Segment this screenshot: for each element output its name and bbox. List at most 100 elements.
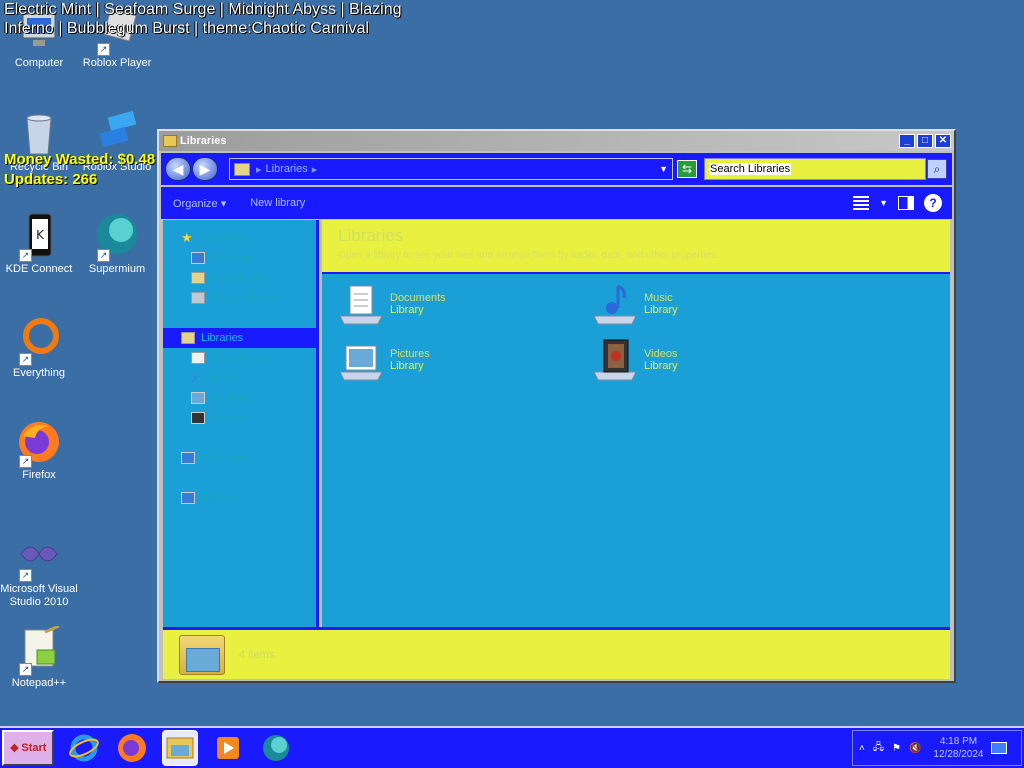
desktop-icon-supermium[interactable]: ↗ Supermium: [78, 212, 156, 276]
minimize-button[interactable]: _: [899, 134, 915, 148]
taskbar-supermium[interactable]: [258, 730, 294, 766]
navigation-pane: ★ Favorites Desktop Downloads Recent Plac…: [163, 220, 319, 628]
nav-recent-places[interactable]: Recent Places: [163, 288, 316, 308]
desktop-icon-everything[interactable]: ↗ Everything: [0, 316, 78, 380]
taskbar-media-player[interactable]: [210, 730, 246, 766]
breadcrumb-chevron-icon[interactable]: ▸: [256, 163, 262, 176]
music-library-icon: [592, 282, 638, 326]
desktop-icon-visual-studio[interactable]: ↗ Microsoft Visual Studio 2010: [0, 532, 78, 609]
nav-desktop[interactable]: Desktop: [163, 248, 316, 268]
forward-button[interactable]: ▶: [192, 157, 218, 181]
svg-text:K: K: [36, 228, 45, 242]
view-options-dropdown-icon[interactable]: ▼: [879, 198, 888, 208]
taskbar-internet-explorer[interactable]: [66, 730, 102, 766]
nav-downloads[interactable]: Downloads: [163, 268, 316, 288]
start-button[interactable]: ❖ Start: [2, 730, 54, 766]
details-pane: 4 items: [163, 627, 950, 679]
taskbar-file-explorer[interactable]: [162, 730, 198, 766]
desktop-icon-notepad-plus-plus[interactable]: ↗ Notepad++: [0, 624, 78, 690]
nav-computer[interactable]: Computer: [163, 448, 316, 468]
search-input[interactable]: Search Libraries: [704, 158, 926, 180]
nav-favorites[interactable]: ★ Favorites: [163, 228, 316, 248]
show-hidden-icons-icon[interactable]: ˄: [859, 743, 865, 754]
pictures-icon: [191, 392, 205, 404]
breadcrumb-chevron-icon[interactable]: ▸: [312, 163, 318, 176]
nav-pictures[interactable]: Pictures: [163, 388, 316, 408]
stats-overlay: Money Wasted: $0.48 Updates: 266: [4, 150, 155, 190]
nav-libraries[interactable]: Libraries: [163, 328, 316, 348]
taskbar: ❖ Start ˄ 🖧 ⚑ 🔇 4:18 PM 12/28/2024: [0, 726, 1024, 768]
clock[interactable]: 4:18 PM 12/28/2024: [933, 735, 983, 761]
firefox-icon: [118, 734, 146, 762]
desktop-icon: [191, 252, 205, 264]
search-icon[interactable]: ⌕: [927, 159, 947, 179]
library-folder-icon: [234, 162, 250, 176]
system-tray: ˄ 🖧 ⚑ 🔇 4:18 PM 12/28/2024: [852, 730, 1022, 766]
search-placeholder: Search Libraries: [709, 163, 792, 175]
firefox-icon: ↗: [15, 418, 63, 468]
refresh-button[interactable]: ⇆: [677, 160, 697, 178]
volume-muted-icon[interactable]: 🔇: [909, 743, 921, 754]
pictures-library-icon: [338, 338, 384, 382]
show-desktop-icon[interactable]: [991, 742, 1008, 754]
media-player-icon: [217, 737, 239, 759]
nav-music[interactable]: ♪ Music: [163, 368, 316, 388]
libraries-banner: Libraries Open a library to see your fil…: [322, 220, 950, 274]
money-wasted-text: Money Wasted: $0.48: [4, 151, 156, 168]
visual-studio-icon: ↗: [15, 532, 63, 582]
windows-logo-icon: ❖: [9, 742, 20, 755]
taskbar-firefox[interactable]: [114, 730, 150, 766]
new-library-button[interactable]: New library: [250, 197, 305, 209]
star-icon: ★: [181, 230, 193, 245]
libraries-folder-icon: [163, 135, 177, 147]
banner-title: Libraries: [338, 226, 404, 245]
theme-overlay-text: Electric Mint | Seafoam Surge | Midnight…: [4, 1, 402, 37]
back-button[interactable]: ◀: [165, 157, 191, 181]
updates-count-text: Updates: 266: [4, 171, 98, 188]
nav-documents[interactable]: Documents: [163, 348, 316, 368]
everything-icon: ↗: [15, 316, 63, 366]
close-button[interactable]: ✕: [935, 134, 951, 148]
supermium-icon: ↗: [93, 212, 141, 262]
address-dropdown-icon[interactable]: ▼: [659, 164, 668, 174]
desktop-icon-kde-connect[interactable]: K ↗ KDE Connect: [0, 212, 78, 276]
desktop-icon-firefox[interactable]: ↗ Firefox: [0, 418, 78, 482]
libraries-icon: [181, 332, 195, 344]
action-center-flag-icon[interactable]: ⚑: [892, 743, 901, 754]
address-bar: ◀ ▶ ▸ Libraries ▸ ▼ ⇆ Search Libraries ⌕: [161, 153, 952, 185]
change-view-icon[interactable]: [853, 196, 870, 210]
window-title: Libraries: [180, 135, 227, 147]
banner-subtitle: Open a library to see your files and arr…: [338, 250, 719, 261]
content-pane: Libraries Open a library to see your fil…: [322, 220, 950, 628]
library-item-music[interactable]: Music Library: [592, 282, 678, 326]
network-icon[interactable]: 🖧: [873, 740, 884, 757]
libraries-window[interactable]: Libraries _ □ ✕ ◀ ▶ ▸ Libraries ▸ ▼ ⇆ Se…: [157, 129, 956, 683]
downloads-icon: [191, 272, 205, 284]
videos-library-icon: [592, 338, 638, 382]
library-item-documents[interactable]: Documents Library: [338, 282, 446, 326]
library-item-videos[interactable]: Videos Library: [592, 338, 678, 382]
videos-icon: [191, 412, 205, 424]
documents-library-icon: [338, 282, 384, 326]
command-bar: Organize ▾ New library ▼ ?: [161, 187, 952, 219]
address-field[interactable]: ▸ Libraries ▸ ▼: [229, 158, 673, 180]
documents-icon: [191, 352, 205, 364]
libraries-folder-icon: [179, 634, 225, 675]
network-icon: [181, 492, 195, 504]
organize-menu-button[interactable]: Organize ▾: [173, 197, 226, 210]
nav-videos[interactable]: Videos: [163, 408, 316, 428]
item-count: 4 items: [239, 648, 275, 661]
internet-explorer-icon: [69, 734, 99, 762]
library-item-pictures[interactable]: Pictures Library: [338, 338, 430, 382]
preview-pane-icon[interactable]: [898, 196, 914, 210]
maximize-button[interactable]: □: [917, 134, 933, 148]
file-explorer-icon: [166, 737, 194, 759]
kde-connect-icon: K ↗: [15, 212, 63, 262]
breadcrumb-libraries[interactable]: Libraries: [266, 163, 308, 175]
recent-places-icon: [191, 292, 205, 304]
help-icon[interactable]: ?: [924, 194, 942, 212]
nav-network[interactable]: Network: [163, 488, 316, 508]
window-titlebar[interactable]: Libraries _ □ ✕: [159, 131, 954, 151]
music-icon: ♪: [191, 371, 197, 385]
computer-icon: [181, 452, 195, 464]
